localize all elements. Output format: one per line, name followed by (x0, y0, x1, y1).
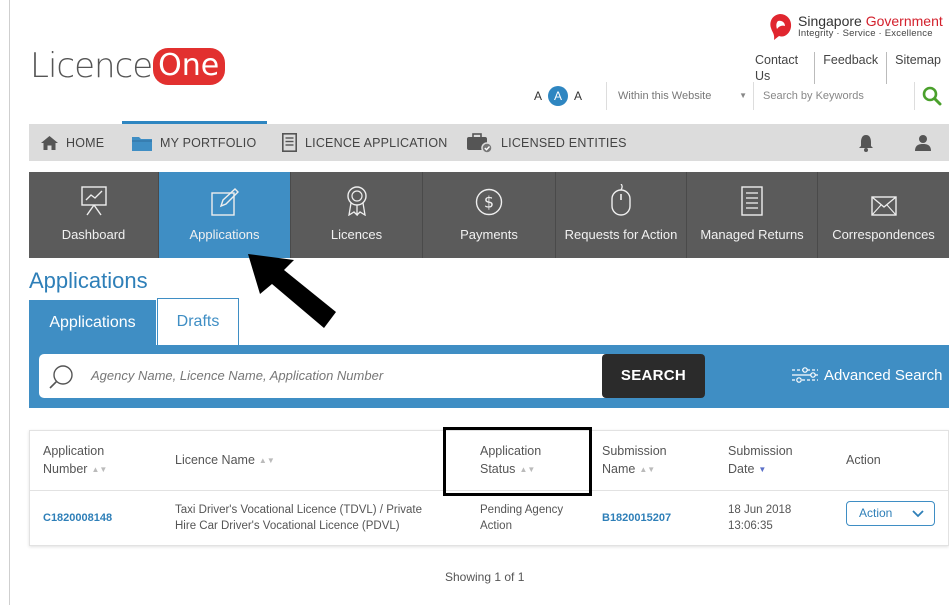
contact-us-link[interactable]: Contact Us (755, 52, 814, 84)
nav-home-label: HOME (66, 135, 105, 150)
font-medium-button[interactable]: A (548, 86, 569, 106)
search-scope-value: Within this Website (618, 90, 712, 102)
nav-item-my-portfolio[interactable]: MY PORTFOLIO (132, 124, 256, 161)
tile-applications[interactable]: Applications (159, 172, 291, 258)
search-placeholder: Agency Name, Licence Name, Application N… (91, 368, 384, 383)
lion-head-icon (770, 14, 792, 40)
govt-tagline: Integrity · Service · Excellence (798, 28, 933, 39)
sitemap-link[interactable]: Sitemap (886, 52, 949, 84)
nav-item-licensed-entities[interactable]: LICENSED ENTITIES (467, 124, 627, 161)
licenceone-logo[interactable]: Licence One (30, 46, 226, 86)
chevron-down-icon (912, 510, 924, 518)
nav-licence-application-label: LICENCE APPLICATION (305, 135, 448, 150)
status-highlight-box (443, 427, 592, 496)
licence-name-cell: Taxi Driver's Vocational Licence (TDVL) … (175, 504, 422, 532)
application-number-link[interactable]: C1820008148 (43, 510, 112, 526)
header-application-number[interactable]: Application Number ▲▼ (43, 442, 107, 479)
tile-requests-for-action[interactable]: Requests for Action (556, 172, 687, 258)
advanced-search-label: Advanced Search (824, 366, 943, 384)
presentation-chart-icon (80, 186, 107, 216)
sort-icon: ▲▼ (91, 464, 108, 474)
tile-correspondences[interactable]: Correspondences (818, 172, 949, 258)
tile-payments[interactable]: $ Payments (423, 172, 556, 258)
tile-correspondences-label: Correspondences (832, 227, 935, 242)
font-size-controls: A A A (534, 86, 582, 106)
home-icon (41, 135, 58, 150)
nav-licensed-entities-label: LICENSED ENTITIES (501, 135, 627, 150)
status-cell: Pending Agency Action (480, 504, 564, 532)
top-links: Contact Us Feedback Sitemap (755, 52, 949, 84)
singapore-government-logo: Singapore Government Integrity · Service… (766, 12, 943, 42)
pagination-summary: Showing 1 of 1 (445, 570, 525, 584)
tile-managed-returns[interactable]: Managed Returns (687, 172, 818, 258)
briefcase-icon (467, 132, 493, 153)
main-nav: HOME MY PORTFOLIO LICENCE APPLICATION LI… (29, 121, 949, 161)
action-dropdown-button[interactable]: Action (846, 501, 935, 526)
header-submission-date[interactable]: Submission Date ▼ (728, 442, 793, 479)
dollar-icon: $ (475, 188, 503, 216)
keyword-search-input[interactable]: Search by Keywords (753, 82, 913, 110)
keyword-search-button[interactable] (914, 82, 949, 110)
document-icon (282, 133, 297, 152)
tile-applications-label: Applications (189, 227, 260, 242)
nav-portfolio-label: MY PORTFOLIO (160, 135, 257, 150)
tile-dashboard-label: Dashboard (61, 227, 126, 242)
bell-icon (859, 134, 873, 152)
search-button[interactable]: SEARCH (602, 354, 705, 398)
action-button-label: Action (859, 506, 893, 520)
page-title: Applications (29, 268, 148, 293)
tile-payments-label: Payments (460, 227, 518, 242)
search-scope-select[interactable]: Within this Website ▼ (606, 82, 753, 110)
sort-icon: ▲▼ (639, 464, 656, 474)
govt-name-2: Government (865, 13, 943, 29)
annotation-arrow-icon (248, 254, 336, 328)
header-action: Action (846, 453, 881, 467)
sort-icon: ▲▼ (258, 455, 275, 465)
award-icon (346, 186, 367, 216)
checklist-icon (741, 186, 763, 216)
chevron-down-icon: ▼ (739, 91, 747, 100)
header-submission-name[interactable]: Submission Name ▲▼ (602, 442, 667, 479)
submission-date-cell: 18 Jun 2018 13:06:35 (728, 504, 792, 532)
application-search-bar: Agency Name, Licence Name, Application N… (29, 345, 949, 408)
module-tiles: Dashboard Applications Licences $ Paymen… (29, 172, 949, 258)
advanced-search-link[interactable]: Advanced Search (792, 366, 942, 384)
search-icon (49, 365, 73, 389)
tab-drafts[interactable]: Drafts (157, 298, 239, 345)
page-root: Licence One Singapore Government Integrit… (0, 0, 949, 605)
folder-icon (132, 136, 152, 151)
svg-text:$: $ (484, 193, 494, 212)
tile-licences-label: Licences (330, 227, 383, 242)
nav-item-licence-application[interactable]: LICENCE APPLICATION (282, 124, 448, 161)
user-icon (915, 135, 931, 151)
page-border (9, 0, 10, 605)
envelope-icon (870, 196, 897, 216)
logo-highlight: One (153, 47, 226, 85)
font-large-button[interactable]: A (574, 89, 582, 103)
sort-descending-icon: ▼ (758, 464, 767, 474)
font-small-button[interactable]: A (534, 89, 542, 103)
mouse-icon (611, 184, 631, 216)
header-licence-name[interactable]: Licence Name ▲▼ (175, 451, 275, 470)
logo-text: Licence (30, 46, 153, 86)
tile-managed-returns-label: Managed Returns (700, 227, 804, 242)
tile-dashboard[interactable]: Dashboard (29, 172, 159, 258)
tab-applications[interactable]: Applications (29, 300, 156, 345)
sliders-icon (792, 367, 818, 383)
edit-icon (210, 188, 239, 216)
search-icon (922, 86, 942, 106)
submission-name-link[interactable]: B1820015207 (602, 510, 671, 526)
user-profile-button[interactable] (915, 124, 931, 161)
tile-requests-label: Requests for Action (564, 227, 678, 242)
govt-name-1: Singapore (798, 13, 862, 29)
nav-item-home[interactable]: HOME (41, 124, 104, 161)
feedback-link[interactable]: Feedback (814, 52, 886, 84)
notifications-button[interactable] (858, 124, 874, 161)
tile-licences[interactable]: Licences (291, 172, 423, 258)
